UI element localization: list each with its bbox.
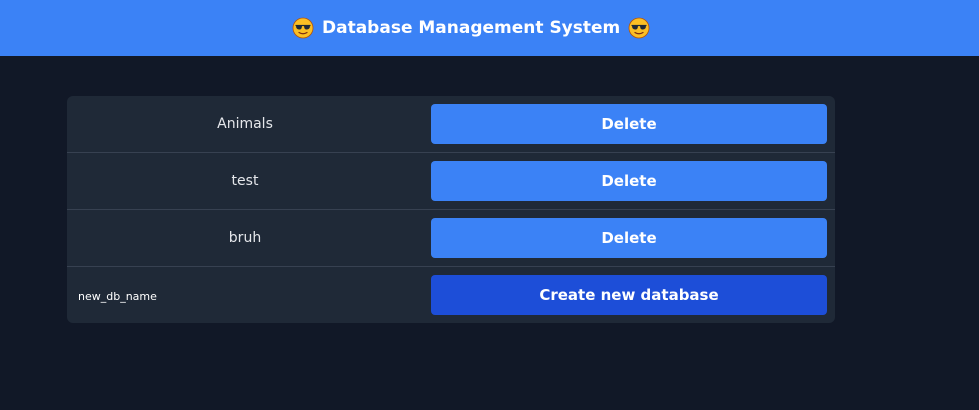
database-name: test [231, 173, 259, 189]
create-database-button[interactable]: Create new database [431, 275, 827, 315]
header-title-group: Database Management System [292, 0, 650, 56]
database-list-panel: Animals Delete test Delete bruh Delete C… [67, 96, 835, 323]
delete-database-button[interactable]: Delete [431, 161, 827, 201]
app-header: Database Management System [0, 0, 979, 56]
new-database-name-input[interactable] [73, 284, 413, 308]
page-title: Database Management System [322, 18, 621, 38]
database-name: bruh [228, 230, 262, 246]
sunglasses-face-icon [628, 17, 650, 39]
database-row: bruh Delete [67, 210, 835, 267]
database-name: Animals [217, 116, 273, 132]
delete-database-button[interactable]: Delete [431, 218, 827, 258]
database-row: test Delete [67, 153, 835, 210]
sunglasses-face-icon [292, 17, 314, 39]
create-database-row: Create new database [67, 267, 835, 323]
delete-database-button[interactable]: Delete [431, 104, 827, 144]
database-row: Animals Delete [67, 96, 835, 153]
